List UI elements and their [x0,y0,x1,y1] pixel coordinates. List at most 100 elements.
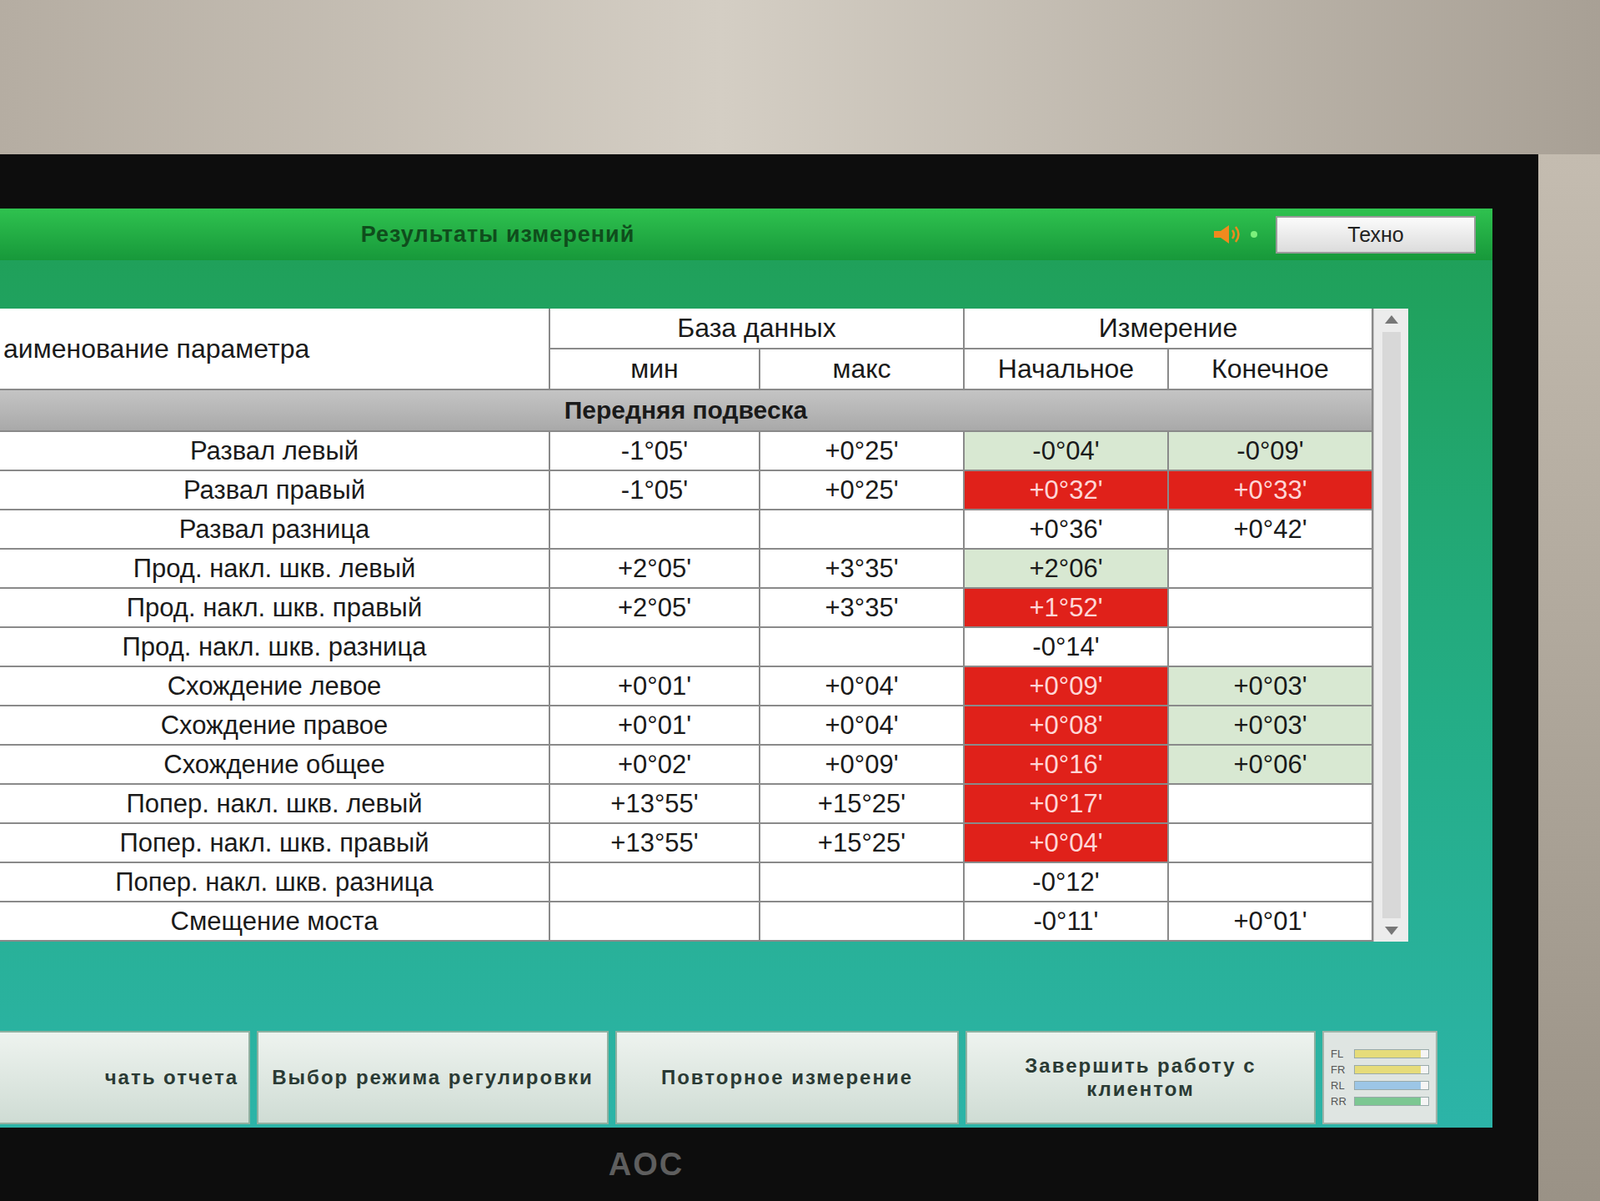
value-text: +0°09' [1028,671,1103,702]
initial-value: +0°32' [964,471,1169,511]
max-value: +3°35' [760,588,965,628]
value-text: -0°12' [1032,867,1099,898]
final-value: +0°03' [1168,706,1374,746]
max-value: +0°25' [760,431,965,472]
section-header: Передняя подвеска [0,390,1374,432]
final-value: +0°01' [1168,902,1374,942]
final-value: +0°03' [1168,667,1374,707]
wheel-fill [1354,1097,1421,1105]
parameter-name: Попер. накл. шкв. разница [0,862,551,903]
max-value [760,862,965,903]
results-panel: аименование параметраБаза данныхИзмерени… [0,308,1493,942]
wheel-color [1354,1065,1421,1074]
action-button[interactable]: Завершить работу с клиентом [965,1030,1316,1124]
min-value: -1°05' [550,471,761,511]
monitor: Результаты измерений Техно аименование пар… [0,154,1539,1201]
wheel-status: RL [1330,1078,1430,1092]
value-text: +0°32' [1028,475,1103,506]
value-text: +0°16' [1028,749,1103,780]
monitor-bezel: AOC [0,1127,1493,1201]
parameter-name: Схождение левое [0,667,551,707]
value-text: -0°09' [1236,436,1304,467]
action-button[interactable]: Выбор режима регулировки [256,1030,609,1124]
final-value [1168,862,1374,903]
value-text: +0°08' [1028,710,1103,741]
initial-value: -0°11' [964,902,1169,942]
initial-value: +0°17' [964,784,1169,824]
wheel-status-panel: FL FR RL RR [1322,1030,1438,1124]
parameter-name: Попер. накл. шкв. левый [0,784,551,824]
action-button[interactable]: чать отчета [0,1030,251,1124]
initial-value: +0°16' [964,745,1169,785]
initial-value: -0°12' [964,862,1169,903]
wheel-fill [1354,1065,1421,1074]
min-value [550,627,761,668]
spacer [0,941,1493,1031]
min-value: +2°05' [550,588,761,628]
max-value: +0°09' [760,745,965,785]
max-value [760,627,965,668]
wheel-label: FR [1330,1063,1350,1076]
action-button[interactable]: Повторное измерение [615,1030,959,1124]
wheel-fill [1354,1081,1421,1089]
value-text: +0°33' [1233,475,1307,506]
final-value [1168,823,1374,863]
sound-indicator [1212,222,1258,246]
max-value: +0°25' [760,471,965,511]
wheel-track [1354,1096,1430,1106]
value-text: +2°06' [1028,553,1103,584]
column-header: аименование параметра [0,308,551,391]
column-header: макс [760,349,965,391]
status-dot [1250,230,1258,238]
min-value: -1°05' [550,431,761,472]
value-text: +0°04' [1028,827,1103,858]
final-value [1168,627,1374,668]
max-value: +0°04' [760,667,965,707]
min-value: +0°02' [550,745,761,785]
value-text: +1°52' [1028,592,1103,623]
mode-button[interactable]: Техно [1275,215,1476,254]
wheel-label: FL [1330,1047,1350,1060]
scroll-thumb[interactable] [1382,331,1401,918]
parameter-name: Схождение общее [0,745,551,785]
min-value: +0°01' [550,706,761,746]
min-value [550,510,761,550]
wheel-color [1354,1049,1421,1058]
value-text: -0°11' [1033,906,1099,937]
wall-background [0,0,1600,155]
scroll-down-icon [1383,924,1400,937]
parameter-name: Развал правый [0,471,551,511]
wheel-label: RL [1330,1078,1350,1092]
column-header: Начальное [964,349,1169,391]
initial-value: +2°06' [964,549,1169,589]
min-value: +2°05' [550,549,761,589]
parameter-name: Прод. накл. шкв. разница [0,627,551,668]
parameter-name: Развал разница [0,510,551,550]
scrollbar[interactable] [1373,308,1409,942]
scroll-up-icon [1383,313,1400,326]
value-text: +0°06' [1233,749,1307,780]
speaker-icon [1212,222,1246,246]
initial-value: +0°09' [964,667,1169,707]
value-text: +0°42' [1233,514,1307,545]
wall-background [1538,154,1600,1201]
max-value: +0°04' [760,706,965,746]
min-value: +13°55' [550,784,761,824]
wheel-status: RR [1330,1094,1430,1108]
final-value: -0°09' [1168,431,1374,472]
parameter-name: Смещение моста [0,902,551,942]
brand-logo: AOC [608,1146,684,1183]
max-value [760,902,965,942]
window-title: Результаты измерений [0,221,1213,248]
value-text: -0°14' [1032,631,1099,663]
screen: Результаты измерений Техно аименование пар… [0,208,1493,1128]
value-text: +0°36' [1028,514,1103,545]
initial-value: -0°04' [964,431,1169,472]
wheel-color [1354,1081,1421,1089]
parameter-name: Прод. накл. шкв. правый [0,588,551,628]
wheel-color [1354,1097,1421,1105]
spacer [0,260,1493,309]
parameter-name: Прод. накл. шкв. левый [0,549,551,589]
min-value [550,862,761,903]
column-group-header: Измерение [964,308,1374,350]
